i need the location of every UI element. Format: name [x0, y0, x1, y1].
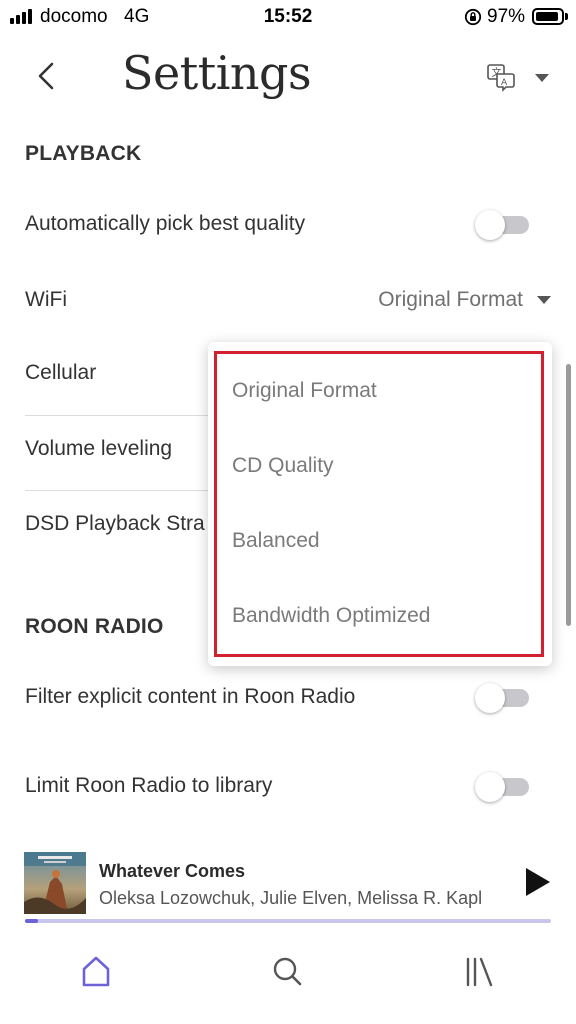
progress-bar[interactable] [25, 919, 551, 923]
nav-search-button[interactable] [268, 952, 308, 992]
back-button[interactable] [30, 56, 66, 96]
dsd-playback-label: DSD Playback Stra [25, 512, 205, 535]
track-artists: Oleksa Lozowchuk, Julie Elven, Melissa R… [99, 888, 483, 908]
filter-explicit-row: Filter explicit content in Roon Radio [25, 667, 551, 727]
play-icon [526, 868, 550, 896]
dropdown-option-balanced[interactable]: Balanced [232, 529, 320, 553]
home-icon [82, 956, 110, 987]
dropdown-option-original-format[interactable]: Original Format [232, 379, 377, 403]
wifi-row[interactable]: WiFi Original Format [25, 270, 551, 330]
filter-explicit-label: Filter explicit content in Roon Radio [25, 685, 356, 708]
limit-library-label: Limit Roon Radio to library [25, 774, 273, 797]
status-bar: docomo 4G 15:52 97% [0, 0, 576, 34]
play-button[interactable] [524, 866, 552, 898]
track-title: Whatever Comes [99, 861, 246, 881]
scrollbar[interactable] [566, 364, 571, 626]
chevron-left-icon [38, 62, 54, 90]
limit-library-row: Limit Roon Radio to library [25, 756, 551, 816]
caret-down-icon [535, 74, 549, 82]
quality-dropdown-menu: Original Format CD Quality Balanced Band… [208, 342, 552, 666]
auto-quality-toggle[interactable] [475, 209, 531, 240]
svg-text:A: A [501, 78, 508, 88]
dropdown-option-cd-quality[interactable]: CD Quality [232, 454, 334, 478]
wifi-label: WiFi [25, 288, 67, 311]
filter-explicit-toggle[interactable] [475, 682, 531, 713]
dropdown-option-bandwidth-optimized[interactable]: Bandwidth Optimized [232, 604, 430, 628]
rotation-lock-icon [464, 8, 482, 26]
album-art [24, 852, 86, 914]
limit-library-toggle[interactable] [475, 771, 531, 802]
library-icon [466, 957, 493, 987]
caret-down-icon[interactable] [537, 295, 551, 305]
search-icon [273, 957, 302, 986]
bottom-nav [0, 940, 576, 1010]
translate-icon: 文 A [487, 64, 515, 92]
battery-tip [565, 13, 568, 20]
battery-percent: 97% [487, 6, 526, 27]
roon-radio-section-title: ROON RADIO [25, 615, 164, 638]
cellular-label: Cellular [25, 361, 97, 384]
progress-fill [25, 919, 39, 923]
page-title: Settings [122, 46, 312, 100]
wifi-quality-select[interactable]: Original Format [378, 288, 523, 312]
nav-home-button[interactable] [76, 952, 116, 992]
battery-icon [532, 8, 564, 25]
auto-quality-row: Automatically pick best quality [25, 194, 551, 254]
volume-leveling-label: Volume leveling [25, 437, 173, 460]
nav-library-button[interactable] [460, 952, 500, 992]
now-playing-bar[interactable]: Whatever Comes Oleksa Lozowchuk, Julie E… [0, 846, 576, 924]
auto-quality-label: Automatically pick best quality [25, 212, 306, 235]
language-selector-button[interactable]: 文 A [486, 62, 550, 92]
playback-section-title: PLAYBACK [25, 142, 142, 165]
